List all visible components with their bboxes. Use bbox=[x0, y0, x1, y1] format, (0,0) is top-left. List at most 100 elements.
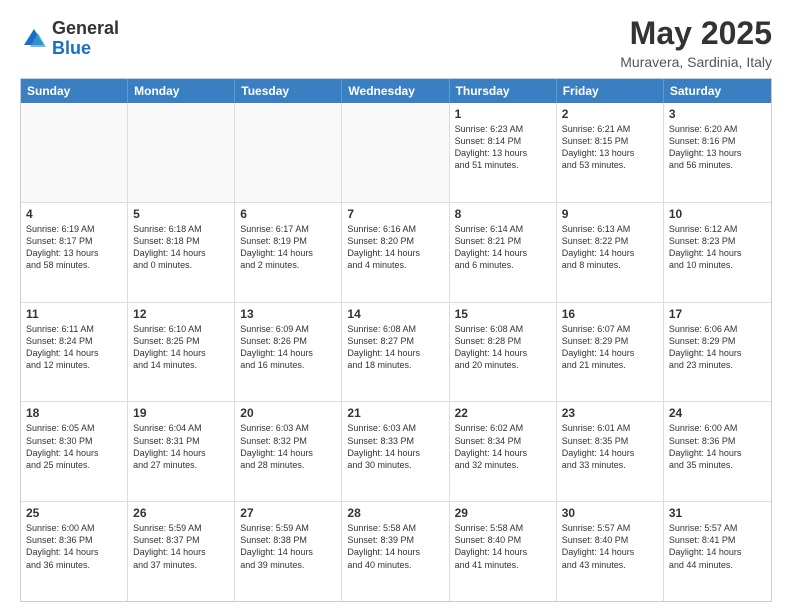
cell-info-text: Sunrise: 5:59 AMSunset: 8:37 PMDaylight:… bbox=[133, 522, 229, 571]
weekday-header-saturday: Saturday bbox=[664, 79, 771, 103]
calendar-cell-r1c2: 6Sunrise: 6:17 AMSunset: 8:19 PMDaylight… bbox=[235, 203, 342, 302]
day-number: 22 bbox=[455, 406, 551, 420]
cell-info-text: Sunrise: 6:06 AMSunset: 8:29 PMDaylight:… bbox=[669, 323, 766, 372]
cell-info-text: Sunrise: 6:13 AMSunset: 8:22 PMDaylight:… bbox=[562, 223, 658, 272]
day-number: 18 bbox=[26, 406, 122, 420]
cell-info-text: Sunrise: 6:11 AMSunset: 8:24 PMDaylight:… bbox=[26, 323, 122, 372]
calendar-cell-r2c1: 12Sunrise: 6:10 AMSunset: 8:25 PMDayligh… bbox=[128, 303, 235, 402]
day-number: 30 bbox=[562, 506, 658, 520]
day-number: 28 bbox=[347, 506, 443, 520]
day-number: 16 bbox=[562, 307, 658, 321]
cell-info-text: Sunrise: 5:59 AMSunset: 8:38 PMDaylight:… bbox=[240, 522, 336, 571]
day-number: 19 bbox=[133, 406, 229, 420]
weekday-header-wednesday: Wednesday bbox=[342, 79, 449, 103]
day-number: 3 bbox=[669, 107, 766, 121]
day-number: 11 bbox=[26, 307, 122, 321]
cell-info-text: Sunrise: 5:58 AMSunset: 8:39 PMDaylight:… bbox=[347, 522, 443, 571]
calendar-cell-r4c4: 29Sunrise: 5:58 AMSunset: 8:40 PMDayligh… bbox=[450, 502, 557, 601]
calendar-body: 1Sunrise: 6:23 AMSunset: 8:14 PMDaylight… bbox=[21, 103, 771, 601]
calendar-cell-r4c6: 31 Sunrise: 5:57 AMSunset: 8:41 PMDayligh… bbox=[664, 502, 771, 601]
calendar-cell-r2c5: 16Sunrise: 6:07 AMSunset: 8:29 PMDayligh… bbox=[557, 303, 664, 402]
day-number: 2 bbox=[562, 107, 658, 121]
calendar-cell-r3c0: 18 Sunrise: 6:05 AMSunset: 8:30 PMDayligh… bbox=[21, 402, 128, 501]
cell-info-text: Sunrise: 6:03 AMSunset: 8:32 PMDaylight:… bbox=[240, 422, 336, 471]
cell-info-text: Sunrise: 6:09 AMSunset: 8:26 PMDaylight:… bbox=[240, 323, 336, 372]
day-number: 4 bbox=[26, 207, 122, 221]
calendar-header: SundayMondayTuesdayWednesdayThursdayFrid… bbox=[21, 79, 771, 103]
calendar-cell-r4c0: 25 Sunrise: 6:00 AMSunset: 8:36 PMDayligh… bbox=[21, 502, 128, 601]
cell-info-text: Sunrise: 6:12 AMSunset: 8:23 PMDaylight:… bbox=[669, 223, 766, 272]
cell-info-text: Sunrise: 6:20 AMSunset: 8:16 PMDaylight:… bbox=[669, 123, 766, 172]
logo-text: General Blue bbox=[52, 19, 119, 59]
cell-info-text: Sunrise: 6:14 AMSunset: 8:21 PMDaylight:… bbox=[455, 223, 551, 272]
day-number: 15 bbox=[455, 307, 551, 321]
calendar-cell-r1c1: 5 Sunrise: 6:18 AMSunset: 8:18 PMDaylight… bbox=[128, 203, 235, 302]
day-number: 8 bbox=[455, 207, 551, 221]
calendar-cell-r1c6: 10 Sunrise: 6:12 AMSunset: 8:23 PMDayligh… bbox=[664, 203, 771, 302]
cell-info-text: Sunrise: 6:10 AMSunset: 8:25 PMDaylight:… bbox=[133, 323, 229, 372]
calendar-cell-r2c3: 14Sunrise: 6:08 AMSunset: 8:27 PMDayligh… bbox=[342, 303, 449, 402]
weekday-header-monday: Monday bbox=[128, 79, 235, 103]
calendar-cell-r2c6: 17 Sunrise: 6:06 AMSunset: 8:29 PMDayligh… bbox=[664, 303, 771, 402]
calendar-cell-r1c3: 7Sunrise: 6:16 AMSunset: 8:20 PMDaylight… bbox=[342, 203, 449, 302]
calendar: SundayMondayTuesdayWednesdayThursdayFrid… bbox=[20, 78, 772, 602]
logo-general-text: General bbox=[52, 19, 119, 39]
weekday-header-thursday: Thursday bbox=[450, 79, 557, 103]
logo-icon bbox=[20, 25, 48, 53]
cell-info-text: Sunrise: 6:00 AMSunset: 8:36 PMDaylight:… bbox=[26, 522, 122, 571]
cell-info-text: Sunrise: 5:57 AMSunset: 8:41 PMDaylight:… bbox=[669, 522, 766, 571]
cell-info-text: Sunrise: 5:57 AMSunset: 8:40 PMDaylight:… bbox=[562, 522, 658, 571]
calendar-cell-r3c1: 19 Sunrise: 6:04 AMSunset: 8:31 PMDayligh… bbox=[128, 402, 235, 501]
day-number: 10 bbox=[669, 207, 766, 221]
cell-info-text: Sunrise: 6:00 AMSunset: 8:36 PMDaylight:… bbox=[669, 422, 766, 471]
calendar-cell-r4c3: 28 Sunrise: 5:58 AMSunset: 8:39 PMDayligh… bbox=[342, 502, 449, 601]
weekday-header-sunday: Sunday bbox=[21, 79, 128, 103]
calendar-cell-r1c5: 9 Sunrise: 6:13 AMSunset: 8:22 PMDaylight… bbox=[557, 203, 664, 302]
calendar-cell-r3c6: 24 Sunrise: 6:00 AMSunset: 8:36 PMDayligh… bbox=[664, 402, 771, 501]
calendar-cell-r0c5: 2 Sunrise: 6:21 AMSunset: 8:15 PMDaylight… bbox=[557, 103, 664, 202]
day-number: 24 bbox=[669, 406, 766, 420]
calendar-cell-r3c4: 22Sunrise: 6:02 AMSunset: 8:34 PMDayligh… bbox=[450, 402, 557, 501]
calendar-cell-r4c2: 27 Sunrise: 5:59 AMSunset: 8:38 PMDayligh… bbox=[235, 502, 342, 601]
cell-info-text: Sunrise: 6:19 AMSunset: 8:17 PMDaylight:… bbox=[26, 223, 122, 272]
day-number: 1 bbox=[455, 107, 551, 121]
calendar-cell-r0c1 bbox=[128, 103, 235, 202]
cell-info-text: Sunrise: 6:01 AMSunset: 8:35 PMDaylight:… bbox=[562, 422, 658, 471]
calendar-row-1: 4 Sunrise: 6:19 AMSunset: 8:17 PMDaylight… bbox=[21, 203, 771, 303]
cell-info-text: Sunrise: 6:05 AMSunset: 8:30 PMDaylight:… bbox=[26, 422, 122, 471]
cell-info-text: Sunrise: 6:18 AMSunset: 8:18 PMDaylight:… bbox=[133, 223, 229, 272]
calendar-cell-r3c2: 20 Sunrise: 6:03 AMSunset: 8:32 PMDayligh… bbox=[235, 402, 342, 501]
cell-info-text: Sunrise: 6:08 AMSunset: 8:27 PMDaylight:… bbox=[347, 323, 443, 372]
day-number: 23 bbox=[562, 406, 658, 420]
day-number: 31 bbox=[669, 506, 766, 520]
calendar-row-0: 1Sunrise: 6:23 AMSunset: 8:14 PMDaylight… bbox=[21, 103, 771, 203]
page: General Blue May 2025 Muravera, Sardinia… bbox=[0, 0, 792, 612]
day-number: 5 bbox=[133, 207, 229, 221]
cell-info-text: Sunrise: 6:21 AMSunset: 8:15 PMDaylight:… bbox=[562, 123, 658, 172]
calendar-row-2: 11 Sunrise: 6:11 AMSunset: 8:24 PMDayligh… bbox=[21, 303, 771, 403]
day-number: 27 bbox=[240, 506, 336, 520]
logo: General Blue bbox=[20, 19, 119, 59]
cell-info-text: Sunrise: 6:03 AMSunset: 8:33 PMDaylight:… bbox=[347, 422, 443, 471]
calendar-cell-r4c1: 26Sunrise: 5:59 AMSunset: 8:37 PMDayligh… bbox=[128, 502, 235, 601]
cell-info-text: Sunrise: 6:17 AMSunset: 8:19 PMDaylight:… bbox=[240, 223, 336, 272]
calendar-row-3: 18 Sunrise: 6:05 AMSunset: 8:30 PMDayligh… bbox=[21, 402, 771, 502]
weekday-header-tuesday: Tuesday bbox=[235, 79, 342, 103]
logo-blue-text: Blue bbox=[52, 39, 119, 59]
calendar-cell-r3c5: 23 Sunrise: 6:01 AMSunset: 8:35 PMDayligh… bbox=[557, 402, 664, 501]
calendar-row-4: 25 Sunrise: 6:00 AMSunset: 8:36 PMDayligh… bbox=[21, 502, 771, 601]
calendar-cell-r0c2 bbox=[235, 103, 342, 202]
month-title: May 2025 bbox=[620, 15, 772, 52]
day-number: 9 bbox=[562, 207, 658, 221]
cell-info-text: Sunrise: 6:04 AMSunset: 8:31 PMDaylight:… bbox=[133, 422, 229, 471]
calendar-cell-r0c3 bbox=[342, 103, 449, 202]
day-number: 20 bbox=[240, 406, 336, 420]
cell-info-text: Sunrise: 6:16 AMSunset: 8:20 PMDaylight:… bbox=[347, 223, 443, 272]
weekday-header-friday: Friday bbox=[557, 79, 664, 103]
day-number: 21 bbox=[347, 406, 443, 420]
location: Muravera, Sardinia, Italy bbox=[620, 54, 772, 70]
calendar-cell-r2c2: 13Sunrise: 6:09 AMSunset: 8:26 PMDayligh… bbox=[235, 303, 342, 402]
calendar-cell-r0c4: 1Sunrise: 6:23 AMSunset: 8:14 PMDaylight… bbox=[450, 103, 557, 202]
day-number: 25 bbox=[26, 506, 122, 520]
day-number: 17 bbox=[669, 307, 766, 321]
